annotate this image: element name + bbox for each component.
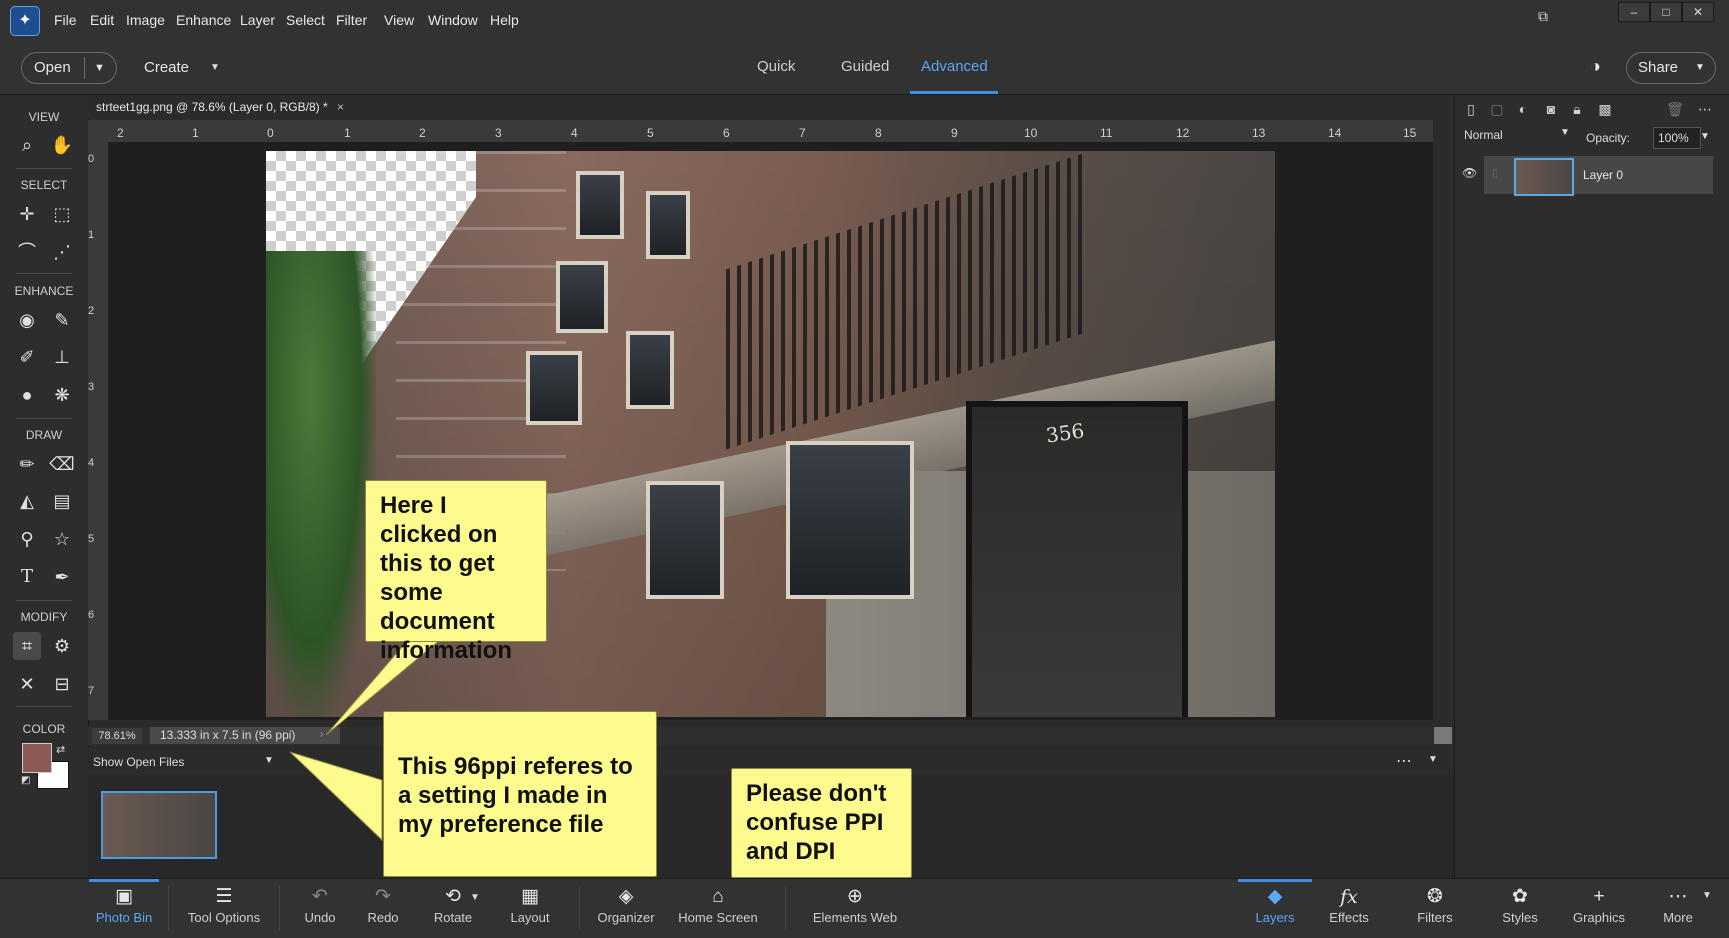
callout-document-info: Here I clicked on this to get some docum… [365,480,547,664]
callout-pointer-two [289,751,383,842]
callout-ppi-setting: This 96ppi referes to a setting I made i… [383,711,657,877]
callout-ppi-dpi: Please don't confuse PPI and DPI [731,768,912,878]
